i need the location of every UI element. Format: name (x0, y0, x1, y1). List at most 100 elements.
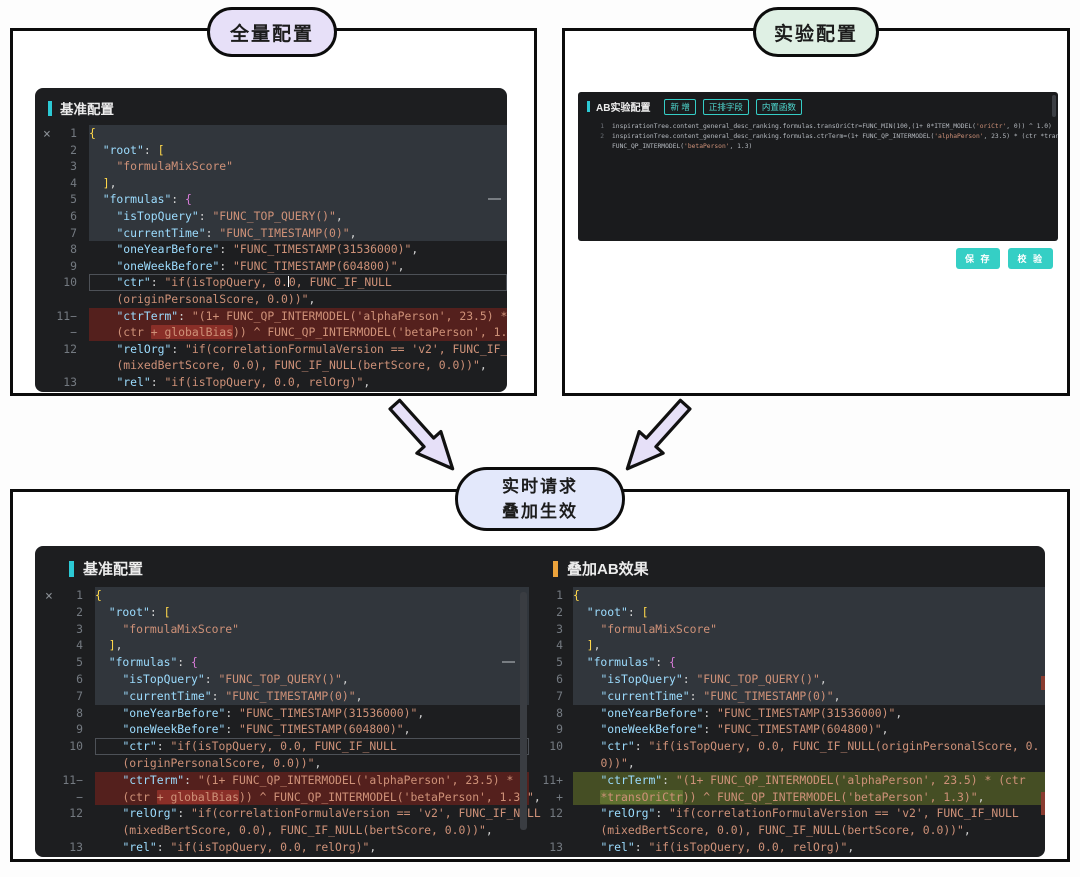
code-token (573, 689, 600, 703)
close-icon[interactable]: × (43, 128, 51, 141)
code-token: ] (109, 638, 116, 652)
code-text: "rel": "if(isTopQuery, 0.0, relOrg)", (573, 839, 1045, 856)
code-token: , (363, 375, 370, 389)
code-area[interactable]: × 1{2 "root": [3 "formulaMixScore"4 ],5 … (35, 587, 529, 857)
code-text: "relOrg": "if(correlationFormulaVersion … (95, 805, 529, 822)
code-line: 1{ (529, 587, 1045, 604)
code-text: "root": [ (95, 604, 529, 621)
code-token: , (480, 358, 487, 372)
line-number: 8 (35, 705, 95, 722)
add-button[interactable]: 新 增 (664, 99, 695, 115)
code-token: "root" (103, 143, 144, 157)
code-token: "ctr" (122, 739, 156, 753)
code-token: (mixedBertScore, 0.0), FUNC_IF_NULL(bert… (116, 358, 479, 372)
code-token: "currentTime" (600, 689, 689, 703)
code-line: 7 "currentTime": "FUNC_TIMESTAMP(0)", (529, 688, 1045, 705)
code-token: "root" (109, 605, 150, 619)
code-token: "ctrTerm" (122, 773, 184, 787)
line-number: 1 (578, 122, 612, 132)
code-text: "isTopQuery": "FUNC_TOP_QUERY()", (89, 208, 507, 225)
code-token (95, 773, 122, 787)
code-token: : (655, 806, 669, 820)
code-token: [ (642, 605, 649, 619)
code-line: 6 "isTopQuery": "FUNC_TOP_QUERY()", (35, 208, 507, 225)
code-token: , 0)) ^ 1.0) (1006, 123, 1052, 130)
code-token: { (95, 588, 102, 602)
code-token: : (703, 722, 717, 736)
code-token (95, 655, 109, 669)
baseline-config-editor[interactable]: 基准配置 × 1{2 "root": [3 "formulaMixScore"4… (35, 88, 507, 392)
code-token: , (398, 259, 405, 273)
code-text: "formulas": { (95, 654, 529, 671)
scrollbar-thumb[interactable] (1052, 95, 1056, 117)
diff-view[interactable]: 基准配置 × 1{2 "root": [3 "formulaMixScore"4… (35, 546, 1045, 857)
code-token: FUNC_QP_INTERMODEL( (612, 143, 684, 150)
code-token (89, 159, 116, 173)
code-token: , (486, 823, 493, 837)
forward-fields-button[interactable]: 正排字段 (703, 99, 749, 115)
code-token: (originPersonalScore, 0.0))" (122, 756, 314, 770)
code-token: (originPersonalScore, 0.0))" (116, 292, 308, 306)
line-number (35, 357, 89, 374)
builtin-functions-button[interactable]: 内置函数 (756, 99, 802, 115)
code-token: , (350, 226, 357, 240)
code-text: (ctr + globalBias)) ^ FUNC_QP_INTERMODEL… (89, 324, 507, 341)
save-button[interactable]: 保 存 (956, 248, 1001, 269)
code-token: "if(isTopQuery, 0.0, relOrg)" (164, 375, 363, 389)
line-number: 9 (529, 721, 573, 738)
code-token (573, 622, 600, 636)
code-token: : (662, 773, 676, 787)
code-line: 2 "root": [ (529, 604, 1045, 621)
code-token (89, 143, 103, 157)
code-text: "relOrg": "if(correlationFormulaVersion … (89, 341, 507, 358)
code-line: 9 "oneWeekBefore": "FUNC_TIMESTAMP(60480… (529, 721, 1045, 738)
code-token: : (177, 806, 191, 820)
code-token (573, 756, 600, 770)
code-text: (mixedBertScore, 0.0), FUNC_IF_NULL(bert… (573, 822, 1045, 839)
line-number: 4 (35, 637, 95, 654)
code-token: "relOrg" (116, 342, 171, 356)
scrollbar-thumb[interactable] (520, 592, 527, 830)
ab-panel-title: AB实验配置 (596, 99, 650, 114)
code-token: "oneYearBefore" (122, 706, 225, 720)
code-token (89, 325, 116, 339)
code-text: { (573, 587, 1045, 604)
code-text: "isTopQuery": "FUNC_TOP_QUERY()", (95, 671, 529, 688)
line-number: 14 (529, 856, 573, 857)
code-text: "ctr": "if(isTopQuery, 0.0, FUNC_IF_NULL (89, 274, 507, 291)
code-token: "formulas" (103, 192, 172, 206)
code-token: *transOriCtr (600, 790, 682, 804)
code-token: "rel" (122, 840, 156, 854)
code-token: "FUNC_TIMESTAMP(31536000)" (233, 242, 411, 256)
close-icon[interactable]: × (45, 590, 53, 603)
verify-button[interactable]: 校 验 (1008, 248, 1053, 269)
code-token: "rel" (116, 375, 150, 389)
code-line: − (ctr + globalBias)) ^ FUNC_QP_INTERMOD… (35, 324, 507, 341)
code-token: "(1+ FUNC_QP_INTERMODEL('alphaPerson', 2… (192, 309, 507, 323)
ab-code-area[interactable]: 1inspirationTree.content_general_desc_ra… (578, 122, 1058, 152)
flow-arrow-left (375, 387, 472, 487)
overlay-diff-pane[interactable]: 叠加AB效果 1{2 "root": [3 "formulaMixScore"4… (529, 546, 1045, 857)
editor-header: 基准配置 (35, 546, 529, 585)
code-token (89, 392, 116, 393)
code-token: : (212, 689, 226, 703)
ab-experiment-panel[interactable]: AB实验配置 新 增 正排字段 内置函数 1inspirationTree.co… (578, 92, 1058, 241)
baseline-diff-pane[interactable]: 基准配置 × 1{2 "root": [3 "formulaMixScore"4… (35, 546, 529, 857)
ab-panel-header: AB实验配置 新 增 正排字段 内置函数 (578, 92, 1058, 119)
editor-header: 叠加AB效果 (529, 546, 1045, 585)
code-token: inspirationTree.content_general_desc_ran… (612, 133, 934, 140)
code-token: { (185, 192, 192, 206)
code-text: "oneWeekBefore": "FUNC_TIMESTAMP(604800)… (89, 258, 507, 275)
code-line: 14 "relTerm": " (1+ FUNC_QP_INTERMODEL('… (35, 856, 529, 857)
code-token: { (669, 655, 676, 669)
code-token: + globalBias (157, 790, 239, 804)
code-token (89, 192, 103, 206)
code-token: [ (158, 143, 165, 157)
line-number: 11− (35, 772, 95, 789)
code-token: inspirationTree.content_general_desc_ran… (612, 123, 976, 130)
line-number: 13 (35, 374, 89, 391)
code-line: 9 "oneWeekBefore": "FUNC_TIMESTAMP(60480… (35, 258, 507, 275)
code-area[interactable]: × 1{2 "root": [3 "formulaMixScore"4 ],5 … (35, 125, 507, 392)
code-area[interactable]: 1{2 "root": [3 "formulaMixScore"4 ],5 "f… (529, 587, 1045, 857)
code-token (95, 823, 122, 837)
